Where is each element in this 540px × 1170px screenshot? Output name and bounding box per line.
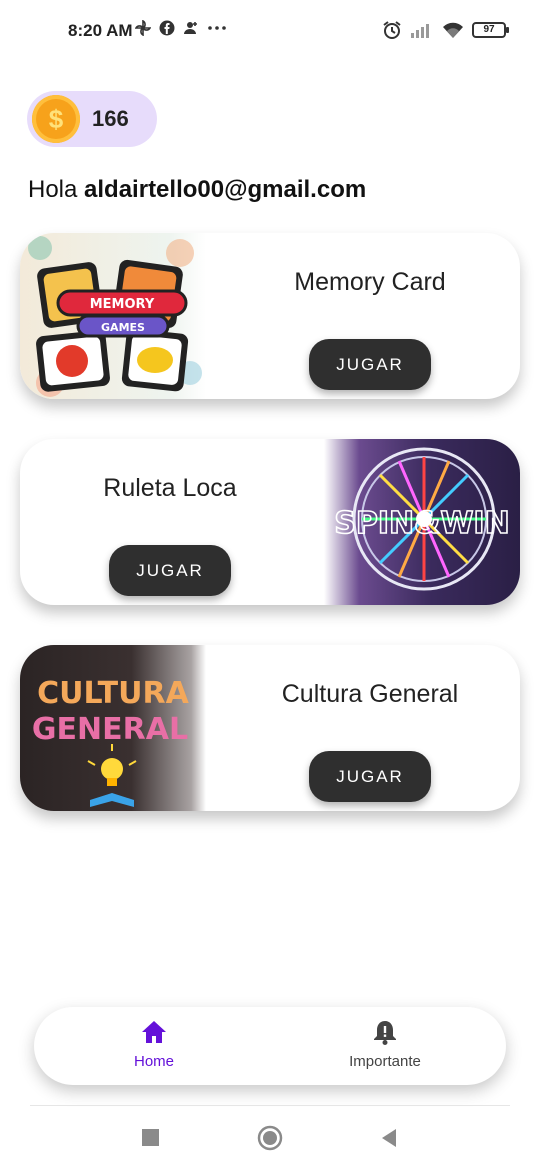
signal-icon (411, 24, 429, 38)
status-time: 8:20 AM (68, 21, 133, 40)
games-logo-text: GAMES (101, 321, 145, 334)
game-title-memory: Memory Card (294, 268, 446, 296)
recents-icon[interactable] (142, 1129, 159, 1146)
spin-win-image: SPIN&WIN (324, 439, 520, 605)
home-circle-icon[interactable] (257, 1125, 283, 1151)
facebook-icon (159, 20, 175, 36)
more-icon (208, 26, 226, 30)
coin-icon: $ (32, 95, 80, 143)
game-title-cultura: Cultura General (281, 680, 459, 708)
spin-win-artwork: SPIN&WIN (334, 447, 510, 591)
play-ruleta-button[interactable]: JUGAR (109, 545, 231, 596)
game-card-memory: MEMORY GAMES Memory Card JUGAR (20, 233, 520, 399)
system-navigation-bar (0, 1118, 540, 1158)
play-cultura-button[interactable]: JUGAR (309, 751, 431, 802)
memory-game-image: MEMORY GAMES (20, 233, 206, 399)
contact-icon (184, 22, 197, 34)
cultura-general-image: CULTURA GENERAL (20, 645, 206, 811)
memory-game-artwork: MEMORY GAMES (28, 236, 202, 397)
alarm-icon (383, 21, 401, 39)
coin-balance: $ 166 (27, 91, 157, 147)
home-icon (142, 1021, 166, 1043)
nav-label-home: Home (133, 1053, 174, 1070)
spin-win-text: SPIN&WIN (334, 506, 509, 541)
general-logo-text: GENERAL (32, 712, 188, 747)
nav-item-importante[interactable]: Importante (325, 1019, 445, 1070)
greeting: Hola aldairtello00@gmail.com (28, 176, 366, 204)
pinwheel-icon (135, 20, 151, 36)
nav-item-home[interactable]: Home (94, 1019, 214, 1070)
coin-count: 166 (92, 106, 129, 131)
game-title-ruleta: Ruleta Loca (103, 474, 237, 502)
cultura-artwork: CULTURA GENERAL (32, 676, 190, 807)
cultura-logo-text: CULTURA (37, 676, 189, 711)
back-icon[interactable] (380, 1128, 398, 1148)
bell-alert-icon (374, 1021, 396, 1045)
nav-label-importante: Importante (349, 1053, 421, 1070)
wifi-icon (443, 22, 463, 38)
user-email: aldairtello00@gmail.com (84, 176, 367, 203)
battery-icon: 97 (472, 22, 509, 38)
greeting-prefix: Hola (28, 176, 78, 203)
divider (30, 1105, 510, 1106)
play-memory-button[interactable]: JUGAR (309, 339, 431, 390)
game-card-cultura: CULTURA GENERAL Cultura General JUGAR (20, 645, 520, 811)
status-bar: 8:20 AM 97 (0, 0, 540, 62)
bottom-navigation: Home Importante (34, 1007, 506, 1085)
game-card-ruleta: Ruleta Loca JUGAR SPIN&WIN (20, 439, 520, 605)
memory-logo-text: MEMORY (90, 297, 155, 312)
